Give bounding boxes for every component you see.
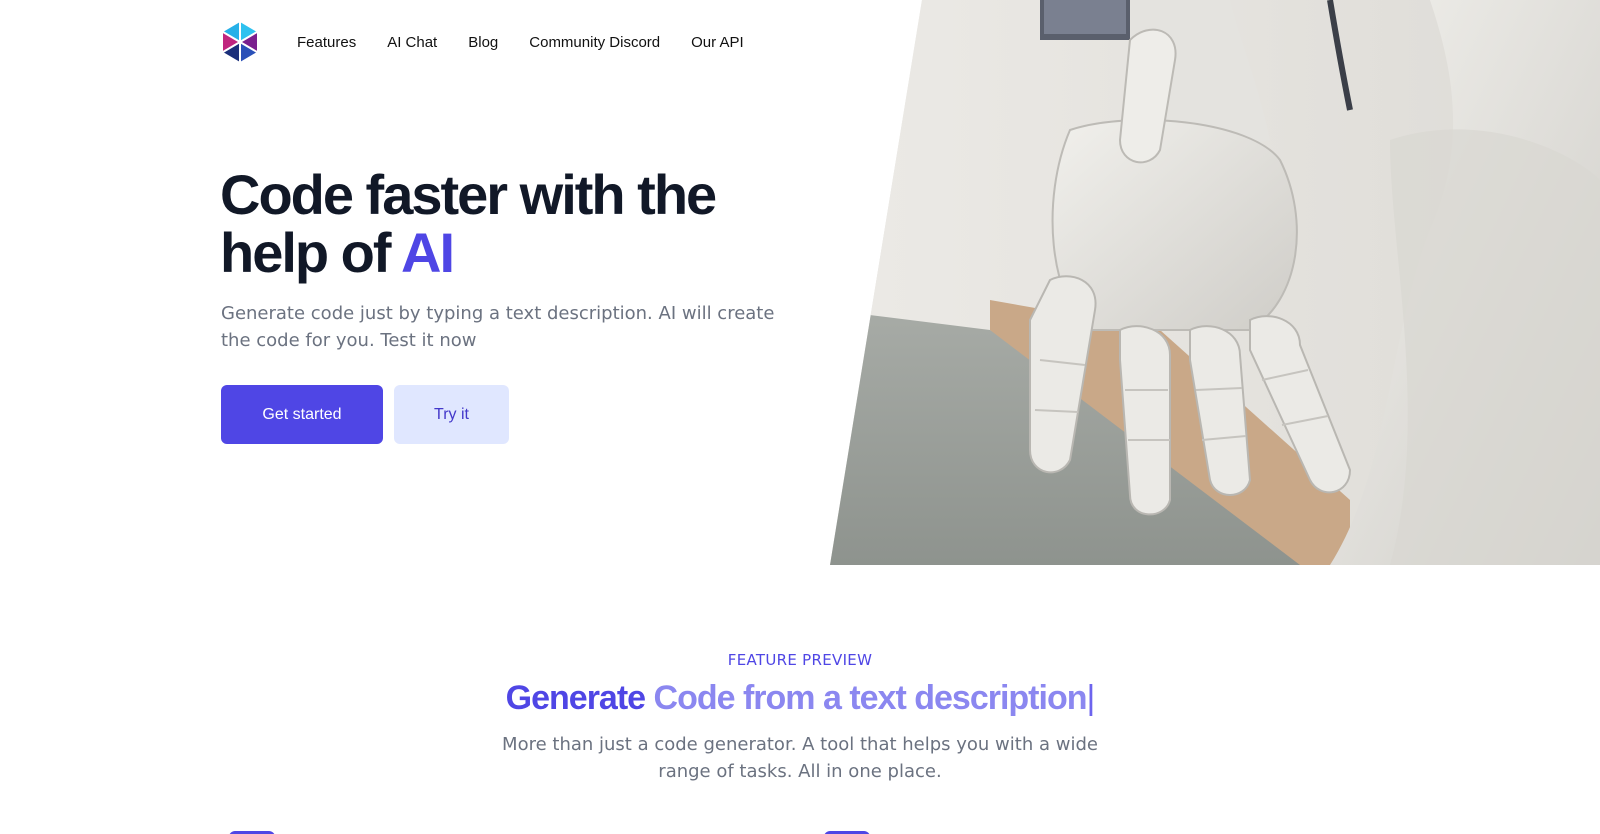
get-started-button[interactable]: Get started bbox=[221, 385, 383, 444]
hero-title: Code faster with the help of AI bbox=[220, 166, 820, 282]
feature-title-light: Code from a text description bbox=[645, 679, 1088, 717]
nav-link-community-discord[interactable]: Community Discord bbox=[529, 34, 660, 51]
feature-preview-title: Generate Code from a text description| bbox=[0, 675, 1600, 721]
hero-robot-image bbox=[830, 0, 1600, 565]
nav-link-features[interactable]: Features bbox=[297, 34, 356, 51]
hero-title-line2: help of bbox=[220, 221, 402, 284]
hero-title-line1: Code faster with the bbox=[220, 163, 717, 226]
hero-title-accent: AI bbox=[401, 221, 455, 284]
nav-link-our-api[interactable]: Our API bbox=[691, 34, 744, 51]
feature-preview-subtitle: More than just a code generator. A tool … bbox=[502, 734, 1098, 782]
feature-title-strong: Generate bbox=[505, 679, 646, 717]
try-it-button[interactable]: Try it bbox=[394, 385, 509, 444]
app-logo[interactable] bbox=[221, 22, 259, 62]
feature-preview-eyebrow: FEATURE PREVIEW bbox=[727, 651, 873, 669]
hero-subtitle: Generate code just by typing a text desc… bbox=[221, 303, 775, 351]
nav-link-blog[interactable]: Blog bbox=[468, 34, 498, 51]
top-navigation: Features AI Chat Blog Community Discord … bbox=[221, 22, 775, 62]
nav-link-ai-chat[interactable]: AI Chat bbox=[387, 34, 437, 51]
typing-caret: | bbox=[1086, 679, 1095, 717]
